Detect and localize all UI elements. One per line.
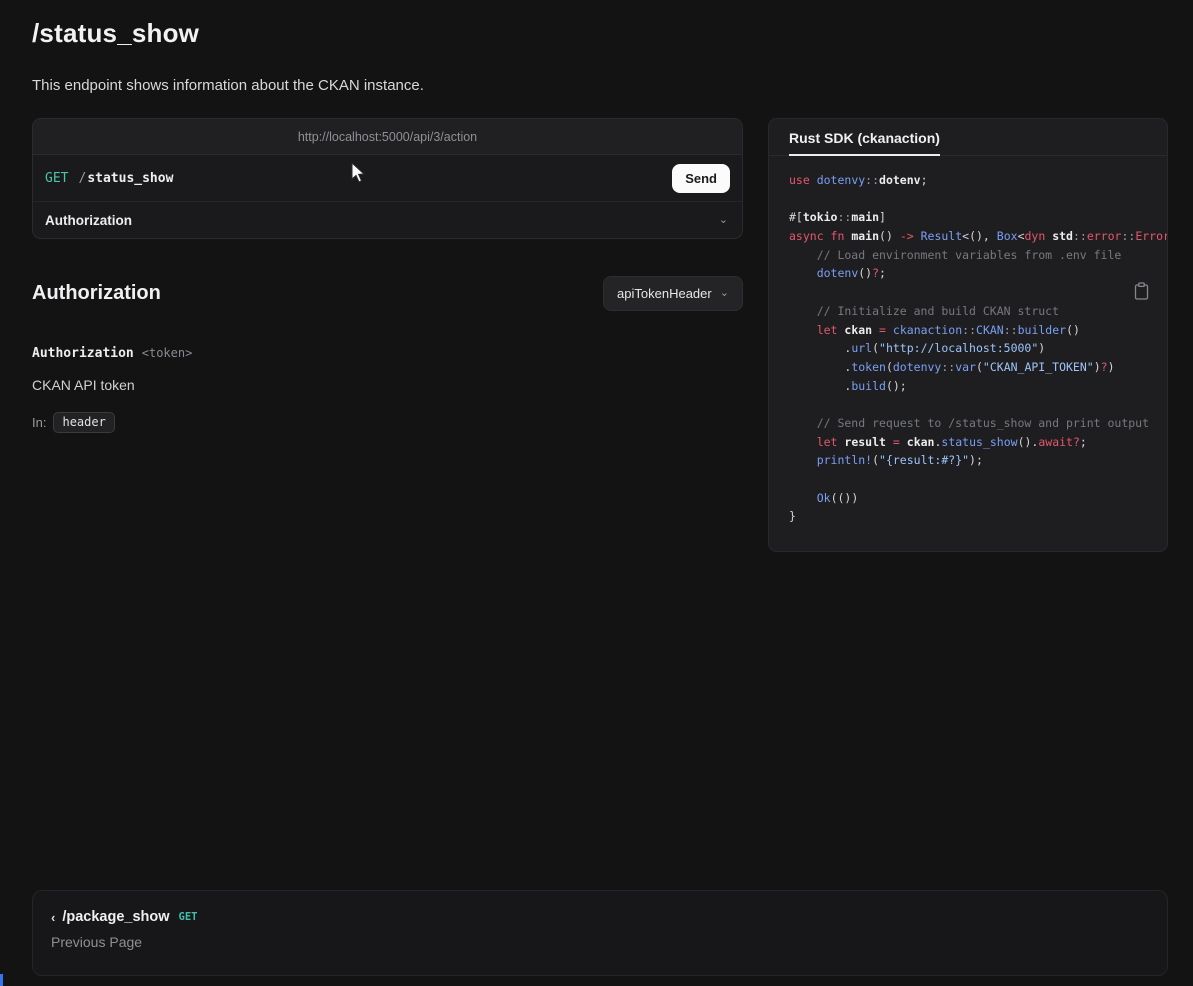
base-url-text: http://localhost:5000/api/3/action (298, 130, 477, 144)
previous-page-path: /package_show (62, 909, 169, 925)
chevron-down-icon: ⌄ (720, 288, 729, 299)
code-line (789, 395, 1167, 414)
code-line: // Initialize and build CKAN struct (789, 302, 1167, 321)
code-block: use dotenvy::dotenv; #[tokio::main]async… (769, 156, 1167, 526)
code-line: async fn main() -> Result<(), Box<dyn st… (789, 227, 1167, 246)
request-card: http://localhost:5000/api/3/action GET /… (32, 118, 743, 239)
code-line: #[tokio::main] (789, 208, 1167, 227)
path-slash: / (78, 171, 86, 186)
clipboard-icon (1134, 282, 1149, 300)
auth-param-type: <token> (142, 346, 193, 360)
code-line: println!("{result:#?}"); (789, 451, 1167, 470)
code-line: dotenv()?; (789, 264, 1167, 283)
in-label: In: (32, 415, 46, 430)
code-line: use dotenvy::dotenv; (789, 171, 1167, 190)
auth-param-name: Authorization (32, 346, 134, 361)
method-badge: GET (45, 171, 68, 186)
code-line: Ok(()) (789, 489, 1167, 508)
in-value-badge: header (53, 412, 114, 433)
code-sample-panel: Rust SDK (ckanaction) use dotenvy::doten… (768, 118, 1168, 552)
send-button[interactable]: Send (672, 164, 730, 193)
previous-page-link[interactable]: ‹ /package_show GET Previous Page (32, 890, 1168, 976)
endpoint-path: /status_show (78, 171, 173, 186)
focus-indicator (0, 974, 3, 986)
code-line (789, 283, 1167, 302)
previous-page-title-row: ‹ /package_show GET (51, 909, 1149, 925)
request-method-row: GET /status_show Send (33, 155, 742, 201)
code-line: } (789, 507, 1167, 526)
code-line (789, 470, 1167, 489)
page-title: /status_show (32, 18, 199, 49)
path-text: status_show (87, 171, 173, 186)
code-line (789, 190, 1167, 209)
code-line: let result = ckan.status_show().await?; (789, 433, 1167, 452)
previous-page-label: Previous Page (51, 934, 1149, 950)
code-line: .token(dotenvy::var("CKAN_API_TOKEN")?) (789, 358, 1167, 377)
previous-page-method-badge: GET (179, 911, 198, 923)
copy-button[interactable] (1134, 282, 1149, 300)
code-line: .build(); (789, 377, 1167, 396)
code-line: let ckan = ckanaction::CKAN::builder() (789, 321, 1167, 340)
status-show-doc-page: /status_show This endpoint shows informa… (0, 0, 1193, 986)
code-line: // Send request to /status_show and prin… (789, 414, 1167, 433)
chevron-down-icon: ⌄ (719, 215, 728, 226)
tab-rust-sdk[interactable]: Rust SDK (ckanaction) (789, 130, 940, 156)
auth-param-in-row: In: header (32, 412, 115, 433)
page-description: This endpoint shows information about th… (32, 77, 424, 94)
auth-accordion-row[interactable]: Authorization ⌄ (33, 201, 742, 238)
base-url-bar: http://localhost:5000/api/3/action (33, 119, 742, 155)
authorization-heading: Authorization (32, 282, 161, 305)
auth-param-description: CKAN API token (32, 377, 135, 393)
code-panel-header: Rust SDK (ckanaction) (769, 119, 1167, 156)
auth-param-name-row: Authorization <token> (32, 346, 192, 361)
auth-scheme-value: apiTokenHeader (617, 286, 712, 301)
auth-scheme-select[interactable]: apiTokenHeader ⌄ (603, 276, 743, 311)
chevron-left-icon: ‹ (51, 910, 55, 925)
auth-accordion-label: Authorization (45, 213, 132, 228)
code-line: .url("http://localhost:5000") (789, 339, 1167, 358)
code-line: // Load environment variables from .env … (789, 246, 1167, 265)
